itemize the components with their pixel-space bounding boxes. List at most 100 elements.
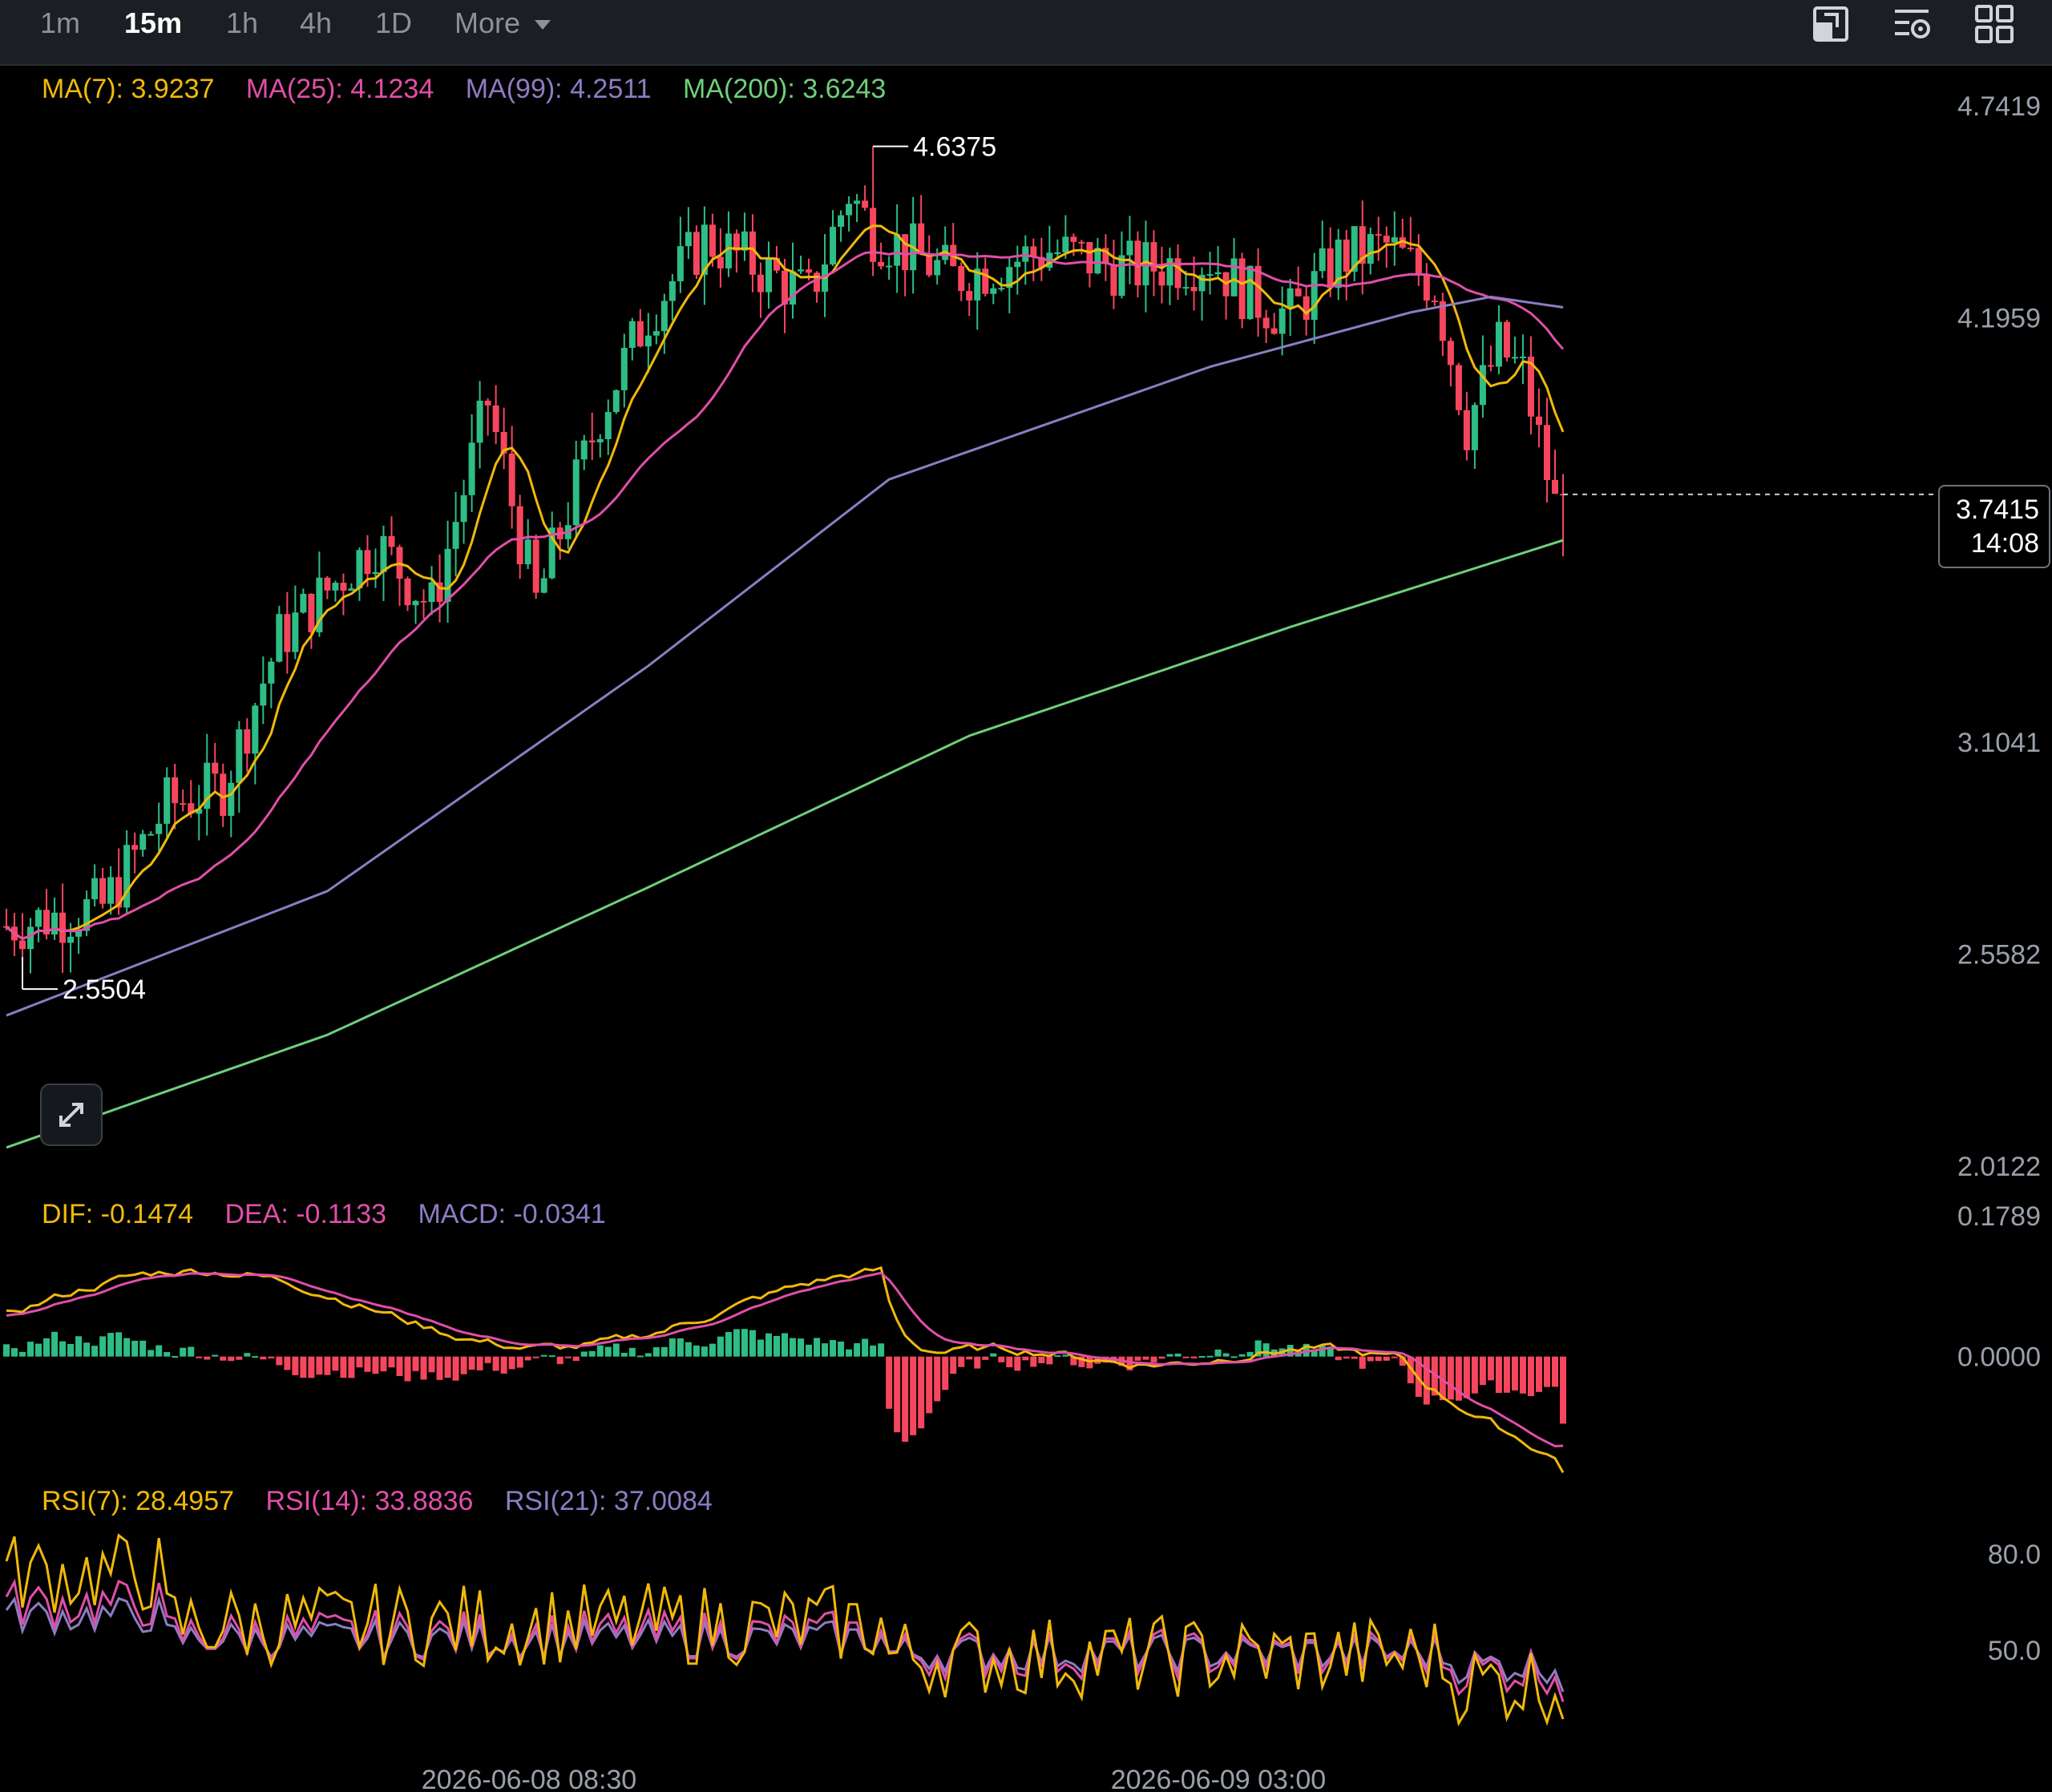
macd-bar [1006, 1356, 1013, 1368]
candle-body [1086, 242, 1093, 274]
dif-line [6, 1265, 1565, 1474]
macd-bar [725, 1332, 732, 1357]
candle-body [644, 335, 652, 347]
macd-bar [1375, 1356, 1382, 1362]
macd-bar [998, 1356, 1005, 1362]
candle-body [476, 400, 483, 443]
expand-chart-button[interactable] [40, 1084, 103, 1146]
macd-bar [870, 1345, 877, 1357]
tf-1m[interactable]: 1m [40, 6, 80, 40]
macd-bar [1551, 1356, 1558, 1387]
macd-legend: DIF: -0.1474 DEA: -0.1133 MACD: -0.0341 [42, 1199, 630, 1230]
macd-bar [1014, 1356, 1021, 1371]
macd-bar [1519, 1356, 1526, 1394]
candle-body [123, 845, 131, 908]
candle-body [1455, 365, 1462, 410]
macd-bar [1463, 1356, 1470, 1398]
macd-bar [974, 1356, 981, 1369]
macd-bar [926, 1356, 933, 1414]
macd-bar [300, 1356, 307, 1378]
candle-body [878, 261, 885, 267]
macd-bar [604, 1346, 612, 1357]
candle-body [685, 232, 692, 247]
macd-bar [468, 1356, 475, 1370]
macd-bar [1142, 1356, 1149, 1360]
indicator-overlay-icon[interactable] [1810, 3, 1852, 45]
candle-body [990, 288, 997, 294]
macd-bar [356, 1356, 363, 1368]
candle-body [508, 453, 515, 507]
candle-body [612, 389, 620, 413]
expand-icon [59, 1103, 83, 1127]
candle-body [1287, 288, 1294, 309]
macd-bar [364, 1356, 371, 1372]
macd-bar [1319, 1346, 1326, 1357]
tf-4h[interactable]: 4h [300, 6, 332, 40]
macd-bar [59, 1341, 67, 1357]
macd-bar [1495, 1356, 1502, 1394]
macd-bar [236, 1356, 243, 1360]
price-chart[interactable]: 4.7419 4.1959 3.1041 2.5582 2.0122 0.1789 0.00… [0, 64, 2052, 1792]
macd-bar [252, 1356, 259, 1358]
candle-body [276, 614, 283, 662]
macd-bar [1335, 1356, 1342, 1361]
macd-bar [27, 1342, 34, 1357]
candle-body [1054, 252, 1061, 254]
macd-bar [814, 1338, 821, 1357]
chart-settings-icon[interactable] [1892, 3, 1933, 45]
macd-bar [588, 1350, 596, 1357]
candle-body [1367, 234, 1374, 264]
candle-body [252, 705, 259, 754]
macd-bar [580, 1351, 588, 1357]
macd-bar [1262, 1343, 1270, 1357]
price-axis-label: 4.1959 [1957, 304, 2041, 334]
macd-bar [1046, 1356, 1053, 1365]
candle-body [139, 833, 147, 850]
macd-bar [757, 1339, 764, 1357]
macd-bar [444, 1356, 451, 1378]
macd-bar [139, 1340, 147, 1357]
macd-bar [798, 1338, 805, 1357]
macd-bar [147, 1350, 155, 1357]
rsi-legend: RSI(7): 28.4957 RSI(14): 33.8836 RSI(21)… [42, 1486, 737, 1517]
macd-bar [934, 1356, 941, 1402]
macd-bar [532, 1356, 539, 1358]
macd-bar [396, 1356, 403, 1376]
candle-body [532, 539, 539, 593]
candle-body [492, 405, 499, 433]
tf-1h[interactable]: 1h [226, 6, 258, 40]
candle-body [19, 940, 26, 950]
timeframe-toolbar: 1m 15m 1h 4h 1D More [0, 0, 2052, 66]
more-dropdown[interactable]: More [454, 6, 552, 40]
macd-bar [1535, 1356, 1542, 1392]
current-price: 3.7415 [1956, 494, 2039, 525]
candle-body [1319, 248, 1326, 272]
macd-bar [308, 1356, 315, 1378]
candle-body [284, 614, 291, 652]
macd-bar [212, 1354, 219, 1357]
macd-bar [1134, 1356, 1141, 1361]
ma25-line [6, 251, 1565, 940]
tf-15m[interactable]: 15m [124, 6, 182, 40]
macd-bar [1487, 1356, 1494, 1381]
macd-bar [123, 1338, 131, 1357]
candle-body [1094, 248, 1101, 274]
candle-body [1270, 328, 1278, 334]
candle-body [244, 729, 251, 754]
candle-body [1295, 288, 1302, 297]
macd-bar [1503, 1356, 1510, 1393]
candle-body [862, 200, 869, 208]
candle-body [212, 762, 219, 774]
macd-bar [709, 1343, 716, 1357]
layout-grid-icon[interactable] [1973, 3, 2015, 45]
tf-1d[interactable]: 1D [375, 6, 412, 40]
candle-body [572, 459, 580, 526]
candle-body [790, 271, 797, 305]
time-axis-label: 2026-06-08 08:30 [422, 1765, 636, 1792]
candle-body [588, 440, 596, 442]
candle-body [709, 224, 716, 257]
macd-bar [196, 1356, 203, 1358]
candle-body [636, 321, 644, 347]
macd-bar [636, 1355, 644, 1358]
candle-body [814, 272, 821, 293]
